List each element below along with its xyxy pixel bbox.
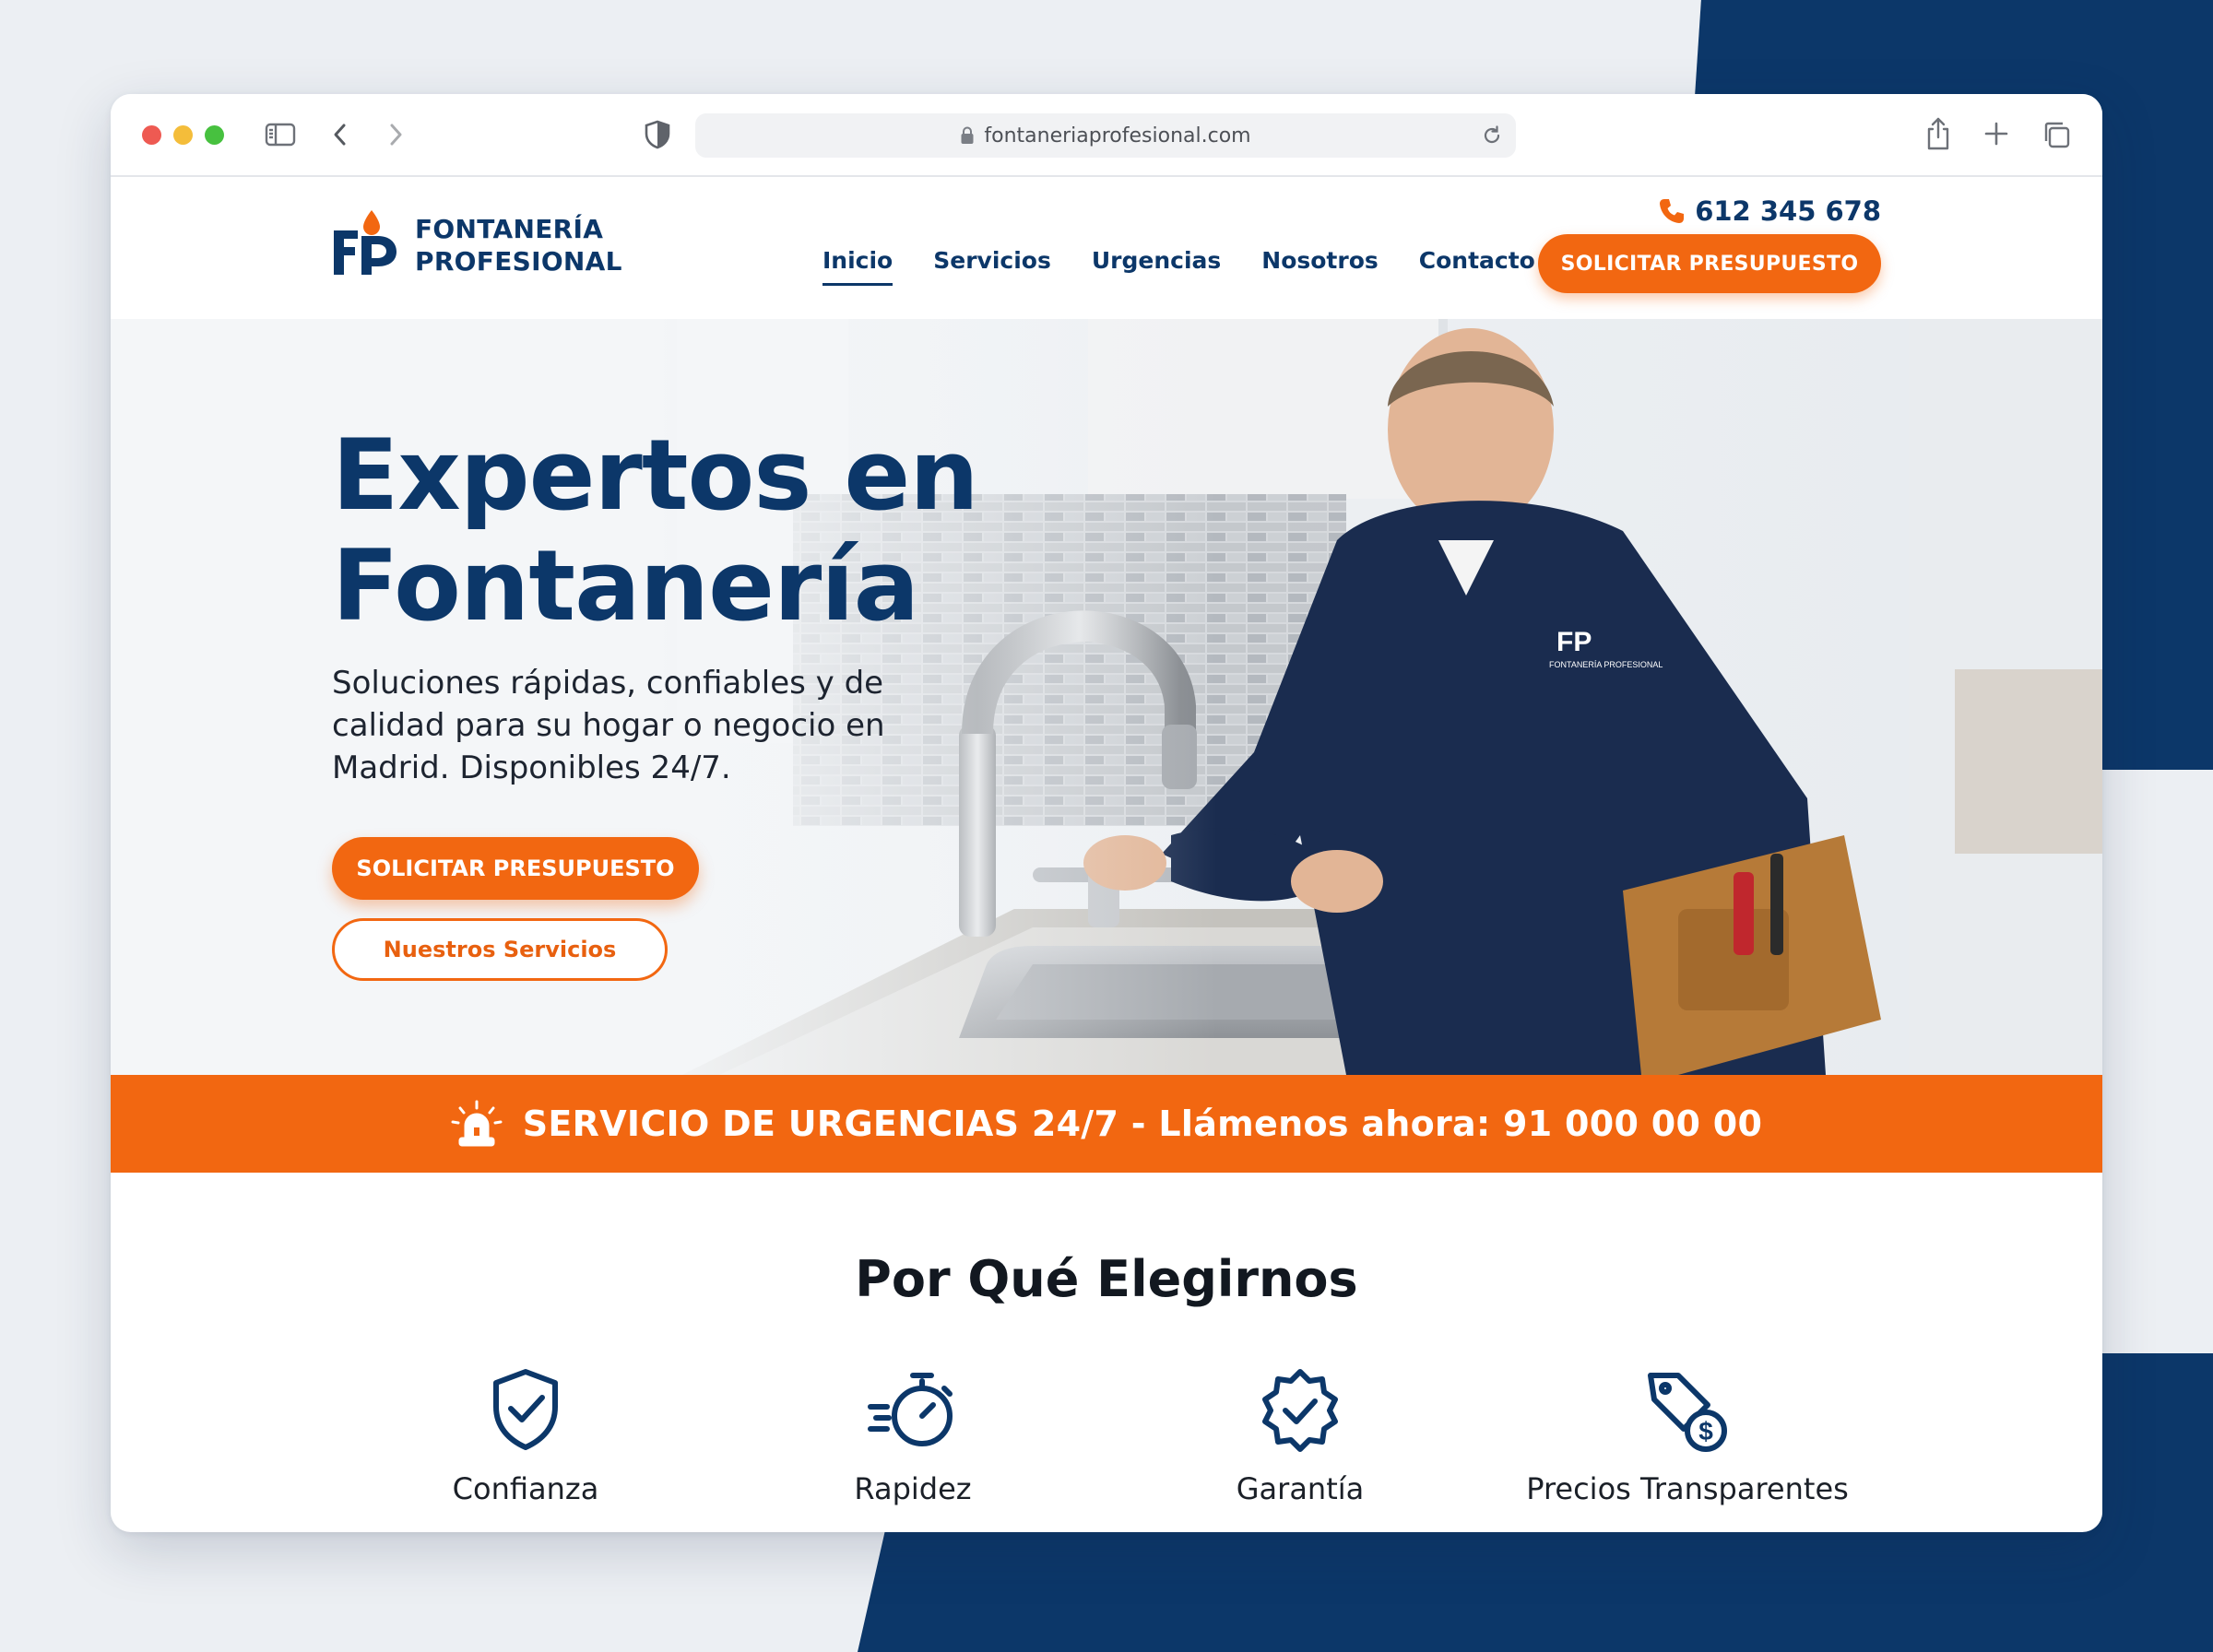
- hero-title-line1: Expertos en: [332, 419, 979, 532]
- browser-toolbar: fontaneriaprofesional.com: [111, 94, 2102, 177]
- shirt-logo-text: FONTANERÍA PROFESIONAL: [1549, 660, 1663, 669]
- feature-precios-transparentes: $ Precios Transparentes: [1512, 1366, 1863, 1506]
- badge-check-icon: [1262, 1369, 1338, 1452]
- hero-section: FP FONTANERÍA PROFESIONAL Expertos en Fo…: [111, 319, 2102, 1075]
- hero-subtitle: Soluciones rápidas, confiables y de cali…: [332, 665, 885, 786]
- sidebar-toggle-icon[interactable]: [264, 120, 297, 153]
- siren-icon: [451, 1100, 503, 1148]
- logo-mark-icon: [334, 210, 396, 275]
- nav-item-nosotros[interactable]: Nosotros: [1261, 247, 1379, 286]
- lock-icon: [960, 126, 975, 145]
- features-section: Por Qué Elegirnos Confianza Rapidez Gara…: [111, 1173, 2102, 1530]
- back-icon[interactable]: [330, 120, 350, 153]
- emergency-banner[interactable]: SERVICIO DE URGENCIAS 24/7 - Llámenos ah…: [111, 1075, 2102, 1173]
- hero-title-line2: Fontanería: [332, 529, 919, 643]
- hero-title: Expertos en Fontanería: [332, 420, 1033, 642]
- price-tag-icon: $: [1648, 1373, 1727, 1452]
- features-title: Por Qué Elegirnos: [855, 1250, 1358, 1308]
- svg-text:$: $: [1698, 1417, 1713, 1446]
- nav-item-contacto[interactable]: Contacto: [1419, 247, 1535, 286]
- url-text: fontaneriaprofesional.com: [984, 124, 1251, 148]
- browser-window: fontaneriaprofesional.com FONTANERÍA PRO…: [111, 94, 2102, 1532]
- maximize-window-button[interactable]: [205, 125, 224, 145]
- nav-item-urgencias[interactable]: Urgencias: [1092, 247, 1221, 286]
- header-phone[interactable]: 612 345 678: [1658, 195, 1881, 227]
- new-tab-icon[interactable]: [1982, 120, 2010, 151]
- feature-label: Precios Transparentes: [1526, 1471, 1849, 1506]
- logo-text-line1: FONTANERÍA: [415, 214, 604, 244]
- phone-number: 612 345 678: [1695, 195, 1881, 227]
- reload-icon[interactable]: [1481, 124, 1503, 152]
- hero-quote-button[interactable]: SOLICITAR PRESUPUESTO: [332, 837, 699, 900]
- feature-confianza: Confianza: [350, 1366, 701, 1506]
- nav-item-servicios[interactable]: Servicios: [933, 247, 1051, 286]
- feature-garantia: Garantía: [1125, 1366, 1475, 1506]
- svg-text:FP: FP: [1556, 627, 1592, 657]
- feature-label: Garantía: [1236, 1471, 1365, 1506]
- hero-content: Expertos en Fontanería Soluciones rápida…: [332, 420, 1033, 981]
- logo-text-line2: PROFESIONAL: [415, 246, 622, 277]
- minimize-window-button[interactable]: [173, 125, 193, 145]
- site-logo[interactable]: FONTANERÍA PROFESIONAL: [330, 208, 622, 282]
- forward-icon[interactable]: [385, 120, 406, 153]
- header-quote-button[interactable]: SOLICITAR PRESUPUESTO: [1538, 234, 1881, 293]
- nav-item-inicio[interactable]: Inicio: [822, 247, 893, 286]
- tab-overview-icon[interactable]: [2041, 120, 2071, 153]
- stopwatch-icon: [868, 1373, 953, 1446]
- close-window-button[interactable]: [142, 125, 161, 145]
- shield-check-icon: [493, 1369, 558, 1450]
- share-icon[interactable]: [1923, 116, 1953, 155]
- site-header: FONTANERÍA PROFESIONAL 612 345 678 Inici…: [111, 177, 2102, 319]
- emergency-banner-text: SERVICIO DE URGENCIAS 24/7 - Llámenos ah…: [522, 1103, 1763, 1144]
- feature-label: Confianza: [452, 1471, 599, 1506]
- privacy-shield-icon[interactable]: [644, 119, 671, 154]
- hero-services-button[interactable]: Nuestros Servicios: [332, 918, 668, 981]
- phone-icon: [1660, 199, 1685, 223]
- feature-label: Rapidez: [854, 1471, 972, 1506]
- address-bar[interactable]: fontaneriaprofesional.com: [695, 113, 1516, 158]
- main-nav: Inicio Servicios Urgencias Nosotros Cont…: [822, 247, 1535, 286]
- feature-rapidez: Rapidez: [738, 1366, 1088, 1506]
